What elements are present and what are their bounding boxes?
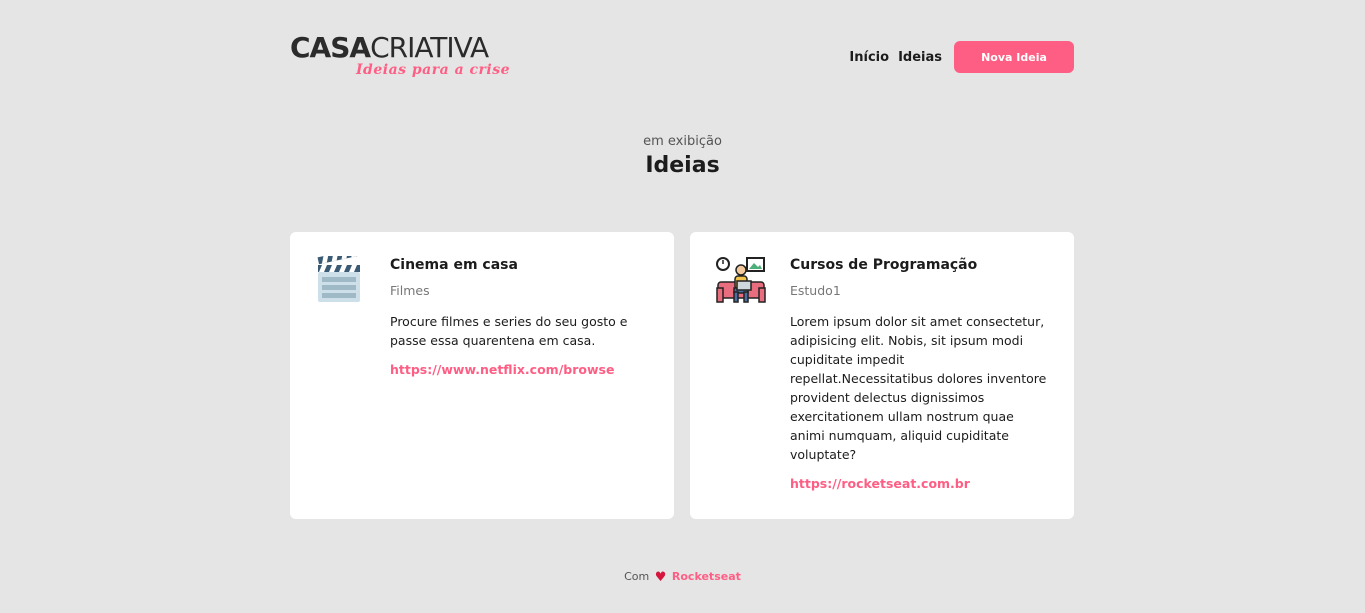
idea-title: Cinema em casa	[390, 257, 518, 273]
idea-card: Cursos de Programação Estudo1 Lorem ipsu…	[690, 232, 1074, 519]
ideas-list: Cinema em casa Filmes Procure filmes e s…	[290, 232, 1074, 519]
idea-link[interactable]: https://rocketseat.com.br	[790, 476, 1050, 491]
site-footer: Com ♥ Rocketseat	[0, 570, 1365, 585]
logo[interactable]: CASACRIATIVA Ideias para a crise	[290, 34, 530, 82]
logo-tagline: Ideias para a crise	[356, 62, 511, 78]
idea-description: Procure filmes e series do seu gosto e p…	[390, 314, 628, 348]
idea-card-body: Cursos de Programação Estudo1 Lorem ipsu…	[790, 257, 1050, 491]
main-nav: Início Ideias Nova Ideia	[849, 41, 1074, 73]
site-header: CASACRIATIVA Ideias para a crise Início …	[290, 34, 1074, 84]
footer-brand-link[interactable]: Rocketseat	[672, 570, 741, 583]
new-idea-button[interactable]: Nova Ideia	[954, 41, 1074, 73]
logo-word-criativa: CRIATIVA	[370, 31, 489, 64]
film-clapperboard-icon	[316, 248, 366, 306]
idea-card-body: Cinema em casa Filmes Procure filmes e s…	[390, 257, 650, 377]
idea-category: Estudo1	[790, 283, 841, 298]
section-heading: em exibição Ideias	[0, 134, 1365, 178]
idea-category: Filmes	[390, 283, 430, 298]
idea-description: Lorem ipsum dolor sit amet consectetur, …	[790, 314, 1047, 462]
logo-wordmark: CASACRIATIVA	[290, 34, 530, 62]
idea-link[interactable]: https://www.netflix.com/browse	[390, 362, 650, 377]
person-studying-icon	[716, 256, 766, 306]
nav-link-inicio[interactable]: Início	[849, 50, 889, 65]
footer-prefix: Com	[624, 570, 650, 583]
heart-icon: ♥	[654, 570, 667, 585]
section-title: Ideias	[645, 153, 720, 178]
idea-card: Cinema em casa Filmes Procure filmes e s…	[290, 232, 674, 519]
logo-word-casa: CASA	[290, 31, 371, 64]
idea-title: Cursos de Programação	[790, 257, 978, 273]
nav-link-ideias[interactable]: Ideias	[898, 50, 942, 65]
section-subtitle: em exibição	[643, 134, 722, 149]
